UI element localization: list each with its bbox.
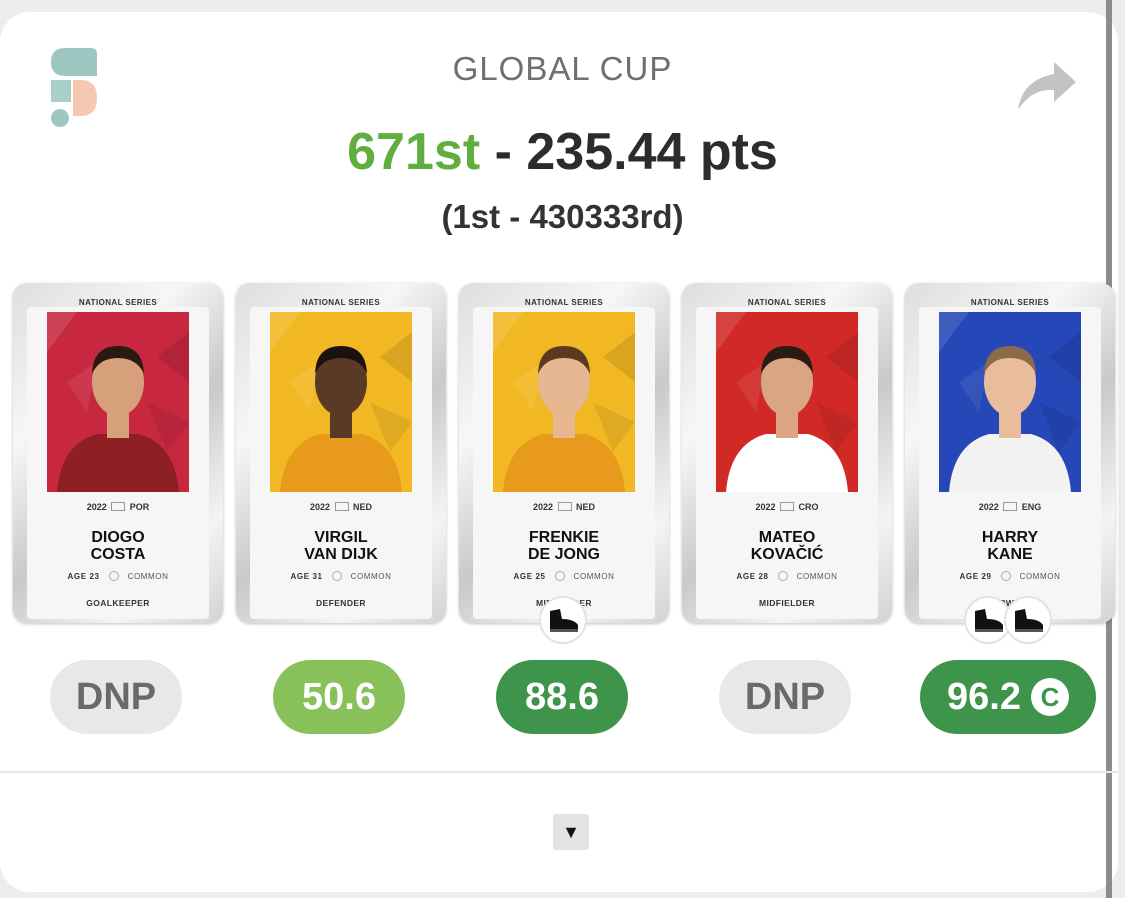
country-flag-icon: [780, 502, 795, 511]
player-age: AGE 29: [959, 572, 992, 581]
country-flag-icon: [334, 502, 349, 511]
card-year: 2022: [978, 502, 999, 512]
card-country: CRO: [798, 502, 819, 512]
card-age-rarity: AGE 25 COMMON: [459, 571, 669, 581]
score-pill-captain: 96.2 C: [920, 660, 1096, 734]
player-last-name: COSTA: [90, 546, 146, 563]
player-card[interactable]: NATIONAL SERIES 2022 CRO MATEO KOVAČIĆ AG…: [682, 271, 892, 623]
rank-separator: -: [480, 123, 527, 181]
card-series-label: NATIONAL SERIES: [970, 298, 1050, 307]
player-photo: [493, 312, 635, 492]
rarity-dot-icon: [777, 571, 788, 581]
card-rarity: COMMON: [796, 572, 838, 581]
points-value: 235.44 pts: [526, 123, 778, 181]
card-age-rarity: AGE 31 COMMON: [236, 571, 446, 581]
rank-and-points: 671st - 235.44 pts: [0, 122, 1125, 182]
player-card[interactable]: NATIONAL SERIES 2022 POR DIOGO COSTA AGE …: [13, 271, 223, 623]
player-age: AGE 25: [513, 572, 546, 581]
competition-title: GLOBAL CUP: [452, 50, 673, 87]
player-name: DIOGO COSTA: [13, 529, 223, 563]
card-year-country: 2022 ENG: [905, 502, 1115, 512]
player-position: GOALKEEPER: [86, 598, 150, 608]
player-last-name: KANE: [987, 546, 1033, 563]
card-year-country: 2022 POR: [13, 502, 223, 512]
rarity-dot-icon: [554, 571, 565, 581]
player-photo: [939, 312, 1081, 492]
captain-badge-icon: C: [1030, 678, 1069, 716]
card-series-label: NATIONAL SERIES: [524, 298, 604, 307]
player-first-name: FRENKIE: [528, 529, 600, 546]
card-year: 2022: [532, 502, 553, 512]
player-photo: [47, 312, 189, 492]
player-first-name: MATEO: [758, 529, 816, 546]
player-age: AGE 23: [67, 572, 100, 581]
section-divider: [0, 771, 1118, 773]
score-value: 50.6: [302, 675, 376, 718]
card-year: 2022: [755, 502, 776, 512]
card-rarity: COMMON: [1019, 572, 1061, 581]
country-flag-icon: [111, 502, 126, 511]
card-rarity: COMMON: [127, 572, 169, 581]
card-age-rarity: AGE 23 COMMON: [13, 571, 223, 581]
rarity-dot-icon: [331, 571, 342, 581]
player-first-name: HARRY: [981, 529, 1039, 546]
player-first-name: DIOGO: [91, 529, 145, 546]
player-last-name: DE JONG: [527, 546, 600, 563]
player-last-name: VAN DIJK: [304, 546, 378, 563]
card-series-label: NATIONAL SERIES: [301, 298, 381, 307]
football-boot-icon: [1004, 596, 1052, 644]
card-year: 2022: [309, 502, 330, 512]
card-rarity: COMMON: [350, 572, 392, 581]
player-card[interactable]: NATIONAL SERIES 2022 NED FRENKIE DE JONG …: [459, 271, 669, 623]
player-name: VIRGIL VAN DIJK: [236, 529, 446, 563]
player-name: FRENKIE DE JONG: [459, 529, 669, 563]
player-position: MIDFIELDER: [759, 598, 815, 608]
player-age: AGE 31: [290, 572, 323, 581]
rarity-dot-icon: [108, 571, 119, 581]
score-value: DNP: [744, 675, 826, 718]
card-country: NED: [576, 502, 596, 512]
card-year: 2022: [86, 502, 107, 512]
football-boot-icon: [539, 596, 587, 644]
card-country: NED: [353, 502, 373, 512]
rank-value: 671st: [347, 123, 481, 181]
score-value: 96.2: [947, 675, 1021, 718]
player-card[interactable]: NATIONAL SERIES 2022 ENG HARRY KANE AGE 2…: [905, 271, 1115, 623]
card-age-rarity: AGE 29 COMMON: [905, 571, 1115, 581]
score-pill: 50.6: [273, 660, 405, 734]
rarity-dot-icon: [1000, 571, 1011, 581]
triangle-down-icon[interactable]: ▼: [553, 814, 589, 850]
card-rarity: COMMON: [573, 572, 615, 581]
card-year-country: 2022 NED: [236, 502, 446, 512]
card-series-label: NATIONAL SERIES: [747, 298, 827, 307]
player-photo: [716, 312, 858, 492]
country-flag-icon: [1003, 502, 1018, 511]
player-position: DEFENDER: [316, 598, 366, 608]
card-series-label: NATIONAL SERIES: [78, 298, 158, 307]
player-last-name: KOVAČIĆ: [750, 546, 824, 563]
card-year-country: 2022 NED: [459, 502, 669, 512]
card-year-country: 2022 CRO: [682, 502, 892, 512]
rank-range: (1st - 430333rd): [441, 198, 684, 235]
player-photo: [270, 312, 412, 492]
card-country: POR: [129, 502, 150, 512]
player-card[interactable]: NATIONAL SERIES 2022 NED VIRGIL VAN DIJK …: [236, 271, 446, 623]
country-flag-icon: [557, 502, 572, 511]
player-age: AGE 28: [736, 572, 769, 581]
score-value: DNP: [75, 675, 157, 718]
score-pill-dnp: DNP: [719, 660, 851, 734]
player-name: HARRY KANE: [905, 529, 1115, 563]
score-pill: 88.6: [496, 660, 628, 734]
card-country: ENG: [1021, 502, 1042, 512]
player-name: MATEO KOVAČIĆ: [682, 529, 892, 563]
score-value: 88.6: [525, 675, 599, 718]
score-pill-dnp: DNP: [50, 660, 182, 734]
player-first-name: VIRGIL: [314, 529, 368, 546]
card-age-rarity: AGE 28 COMMON: [682, 571, 892, 581]
